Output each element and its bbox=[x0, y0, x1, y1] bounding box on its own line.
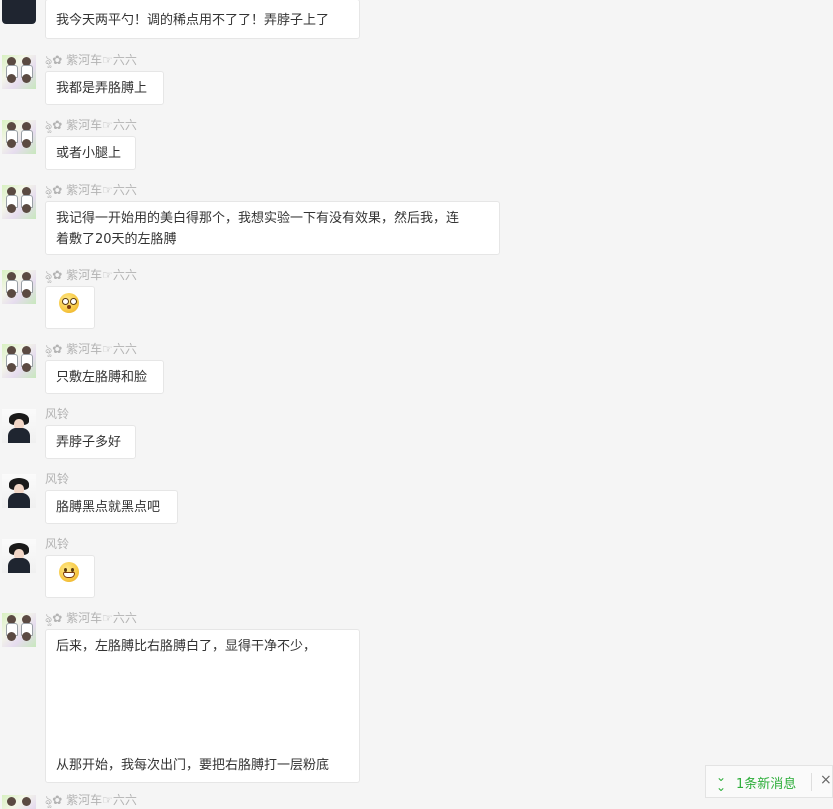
message-text: 弄脖子多好 bbox=[56, 435, 122, 450]
sender-name: ৡ✿ 紫河车☞六六 bbox=[45, 793, 137, 807]
message-bubble bbox=[45, 555, 95, 598]
sender-name: ৡ✿ 紫河车☞六六 bbox=[45, 268, 137, 282]
sender-name: ৡ✿ 紫河车☞六六 bbox=[45, 53, 137, 67]
sender-name: ৡ✿ 紫河车☞六六 bbox=[45, 342, 137, 356]
message-text: 我今天两平勺！调的稀点用不了了！弄脖子上了 bbox=[56, 13, 330, 28]
divider bbox=[811, 773, 812, 791]
message-text: 从那开始，我每次出门，要把右胳膊打一层粉底 bbox=[56, 758, 330, 773]
message-text: 后来，左胳膊比右胳膊白了，显得干净不少， bbox=[56, 639, 317, 654]
avatar[interactable] bbox=[2, 409, 36, 443]
avatar[interactable] bbox=[2, 795, 36, 809]
message-bubble: 我记得一开始用的美白得那个，我想实验一下有没有效果，然后我，连 着敷了20天的左… bbox=[45, 201, 500, 255]
avatar[interactable] bbox=[2, 55, 36, 89]
message-bubble: 我都是弄胳膊上 bbox=[45, 71, 164, 105]
avatar[interactable] bbox=[2, 270, 36, 304]
sender-name: 风铃 bbox=[45, 537, 70, 551]
grin-emoji-icon bbox=[59, 562, 79, 582]
avatar[interactable] bbox=[2, 539, 36, 573]
message-text: 胳膊黑点就黑点吧 bbox=[56, 500, 161, 515]
message-text: 或者小腿上 bbox=[56, 146, 122, 161]
message-bubble: 后来，左胳膊比右胳膊白了，显得干净不少， 从那开始，我每次出门，要把右胳膊打一层… bbox=[45, 629, 360, 783]
avatar[interactable] bbox=[2, 474, 36, 508]
message-text: 我记得一开始用的美白得那个，我想实验一下有没有效果，然后我，连 bbox=[56, 211, 460, 226]
chat-message-list[interactable]: 我今天两平勺！调的稀点用不了了！弄脖子上了 ৡ✿ 紫河车☞六六 我都是弄胳膊上 … bbox=[0, 0, 833, 809]
message-text: 着敷了20天的左胳膊 bbox=[56, 232, 177, 247]
message-text: 我都是弄胳膊上 bbox=[56, 81, 148, 96]
double-chevron-down-icon: ⌄ ⌄ bbox=[716, 770, 727, 794]
message-bubble bbox=[45, 286, 95, 329]
sender-name: ৡ✿ 紫河车☞六六 bbox=[45, 118, 137, 132]
avatar[interactable] bbox=[2, 120, 36, 154]
message-bubble: 胳膊黑点就黑点吧 bbox=[45, 490, 178, 524]
surprised-emoji-icon bbox=[59, 293, 79, 313]
message-bubble: 弄脖子多好 bbox=[45, 425, 136, 459]
message-bubble: 我今天两平勺！调的稀点用不了了！弄脖子上了 bbox=[45, 0, 360, 39]
sender-name: ৡ✿ 紫河车☞六六 bbox=[45, 611, 137, 625]
message-bubble: 只敷左胳膊和脸 bbox=[45, 360, 164, 394]
avatar[interactable] bbox=[2, 0, 36, 24]
sender-name: ৡ✿ 紫河车☞六六 bbox=[45, 183, 137, 197]
avatar[interactable] bbox=[2, 185, 36, 219]
close-icon[interactable]: × bbox=[820, 772, 832, 788]
avatar[interactable] bbox=[2, 613, 36, 647]
message-bubble: 或者小腿上 bbox=[45, 136, 136, 170]
avatar[interactable] bbox=[2, 344, 36, 378]
sender-name: 风铃 bbox=[45, 472, 70, 486]
new-message-notice[interactable]: ⌄ ⌄ 1条新消息 × bbox=[705, 765, 833, 798]
sender-name: 风铃 bbox=[45, 407, 70, 421]
new-message-label[interactable]: 1条新消息 bbox=[736, 773, 796, 792]
message-text: 只敷左胳膊和脸 bbox=[56, 370, 148, 385]
